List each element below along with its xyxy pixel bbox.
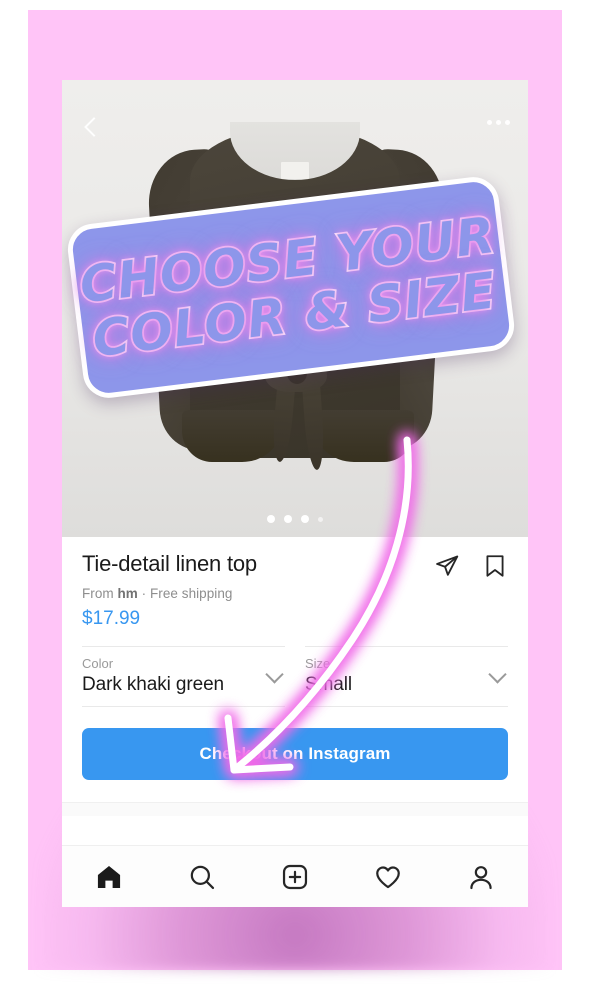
more-dot <box>487 120 492 125</box>
instagram-product-screen: CHOOSE YOUR COLOR & SIZE Tie-detail line… <box>62 80 528 907</box>
merchant-prefix: From <box>82 586 118 601</box>
more-dot <box>496 120 501 125</box>
size-selector[interactable]: Size Small <box>305 646 508 707</box>
carousel-dot[interactable] <box>267 515 275 523</box>
tab-home[interactable] <box>86 857 132 897</box>
garment-label-tag <box>281 162 309 179</box>
product-info-panel: Tie-detail linen top From hm · Free ship… <box>62 537 528 707</box>
section-divider <box>62 802 528 816</box>
tab-activity[interactable] <box>365 857 411 897</box>
more-dot <box>505 120 510 125</box>
heart-icon <box>376 865 400 888</box>
carousel-dot[interactable] <box>318 516 323 522</box>
variant-selectors: Color Dark khaki green Size Small <box>82 646 508 707</box>
more-options-icon[interactable] <box>487 120 510 125</box>
chevron-left-icon[interactable] <box>80 116 102 138</box>
merchant-line: From hm · Free shipping <box>82 586 508 601</box>
home-icon <box>97 865 120 888</box>
color-selector[interactable]: Color Dark khaki green <box>82 646 285 707</box>
carousel-indicator <box>62 515 528 523</box>
share-icon[interactable] <box>434 553 460 579</box>
tab-search[interactable] <box>179 857 225 897</box>
bottom-navigation-bar <box>62 845 528 907</box>
tab-profile[interactable] <box>458 857 504 897</box>
bookmark-icon[interactable] <box>482 553 508 579</box>
search-icon <box>190 865 214 889</box>
tab-create[interactable] <box>272 857 318 897</box>
title-actions <box>434 551 508 579</box>
page-title: Tie-detail linen top <box>82 551 257 576</box>
screenshot-canvas: CHOOSE YOUR COLOR & SIZE Tie-detail line… <box>0 0 590 990</box>
merchant-suffix: · Free shipping <box>137 586 233 601</box>
carousel-dot[interactable] <box>284 515 292 523</box>
size-selector-value: Small <box>305 674 353 695</box>
title-row: Tie-detail linen top <box>82 551 508 579</box>
add-post-icon <box>282 864 308 889</box>
merchant-name[interactable]: hm <box>118 586 138 601</box>
color-selector-value: Dark khaki green <box>82 674 225 695</box>
size-selector-label: Size <box>305 656 331 671</box>
checkout-button[interactable]: Checkout on Instagram <box>82 728 508 780</box>
garment-hem-right <box>314 410 414 462</box>
product-price: $17.99 <box>82 608 141 629</box>
color-selector-label: Color <box>82 656 114 671</box>
profile-icon <box>470 865 493 889</box>
carousel-dot[interactable] <box>301 515 309 523</box>
